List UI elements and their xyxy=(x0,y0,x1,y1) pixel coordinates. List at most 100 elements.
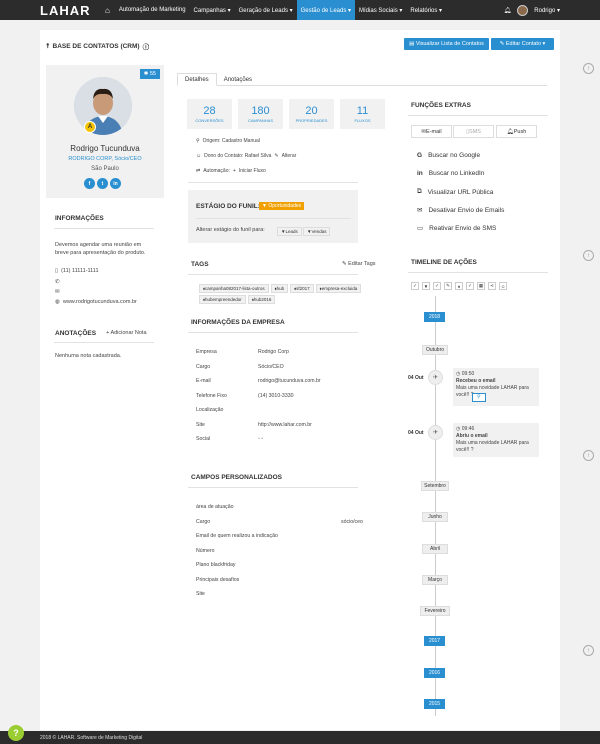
tag-chip[interactable]: ⬧hub xyxy=(270,284,289,293)
scroll-up-icon[interactable]: ↑ xyxy=(583,450,594,461)
bell-icon[interactable]: 🔔︎ xyxy=(504,7,512,14)
funnel-icon[interactable]: ▼ xyxy=(422,282,430,290)
event-title: Recebeu o email xyxy=(456,378,496,384)
year-marker[interactable]: 2015 xyxy=(424,699,445,709)
check-icon[interactable]: ✓ xyxy=(466,282,474,290)
nav-relatorios[interactable]: Relatórios ▾ xyxy=(406,0,446,20)
tag-list: ⬧campanha082017-lista-outros ⬧hub ⬧sf2017 ⬧… xyxy=(198,283,368,305)
edit-tags-button[interactable]: ✎ Editar Tags xyxy=(342,260,376,268)
add-note-button[interactable]: + Adicionar Nota xyxy=(106,329,147,337)
top-navbar: LAHAR ⌂ Automação de Marketing Campanhas… xyxy=(0,0,600,20)
notes-empty: Nenhuma nota cadastrada. xyxy=(55,353,122,359)
tag-chip[interactable]: ⬧sf2017 xyxy=(290,284,314,293)
tag-label: sf2017 xyxy=(296,286,310,291)
nav-automacao[interactable]: Automação de Marketing xyxy=(115,0,190,20)
user-area: 🔔︎ Rodrigo ▾ xyxy=(504,0,560,20)
edit-icon[interactable]: ✎ xyxy=(444,282,452,290)
add-note-label: Adicionar Nota xyxy=(110,330,147,336)
funnel-option-vendas[interactable]: ▼Vendas xyxy=(303,227,331,236)
pencil-icon: ✎ xyxy=(274,153,279,159)
tag-chip[interactable]: ⬧empresa-excluida xyxy=(315,284,362,293)
nav-midias-sociais[interactable]: Mídias Sociais ▾ xyxy=(355,0,406,20)
share-icon[interactable]: ⋖ xyxy=(488,282,496,290)
view-contacts-list-button[interactable]: ▤ Visualizar Lista de Contatos xyxy=(404,38,489,50)
tab-anotacoes[interactable]: Anotações xyxy=(217,73,259,86)
start-flow-link[interactable]: Iniciar Fluxo xyxy=(239,168,266,174)
scroll-up-icon[interactable]: ↑ xyxy=(583,63,594,74)
check-icon[interactable]: ✓ xyxy=(433,282,441,290)
twitter-icon[interactable]: t xyxy=(97,178,108,189)
disable-emails-item[interactable]: ✉ Desativar Envio de Emails xyxy=(417,206,504,215)
check-icon[interactable]: ✓ xyxy=(411,282,419,290)
year-marker[interactable]: 2018 xyxy=(424,312,445,322)
home-icon[interactable]: ⌂ xyxy=(100,0,115,20)
linkedin-search-item[interactable]: in Buscar no LinkedIn xyxy=(417,170,484,177)
facebook-icon[interactable]: f xyxy=(84,178,95,189)
public-url-item[interactable]: ⧉ Visualizar URL Pública xyxy=(417,188,493,196)
divider xyxy=(188,487,358,488)
scroll-up-icon[interactable]: ↑ xyxy=(583,645,594,656)
grid-icon[interactable]: ▦ xyxy=(477,282,485,290)
divider xyxy=(408,272,548,273)
app-logo[interactable]: LAHAR xyxy=(40,3,100,18)
search-icon[interactable]: ⚲ xyxy=(472,393,486,402)
custom-row: Email de quem realizou a indicação xyxy=(196,533,376,539)
change-owner-link[interactable]: Alterar xyxy=(282,153,297,159)
funnel-option-leads[interactable]: ▼Leads xyxy=(277,227,302,236)
help-icon[interactable]: ? xyxy=(8,725,24,741)
reactivate-sms-item[interactable]: ▭ Reativar Envio de SMS xyxy=(417,224,496,233)
nav-geracao-leads[interactable]: Geração de Leads ▾ xyxy=(235,0,297,20)
user-icon[interactable]: ☺ xyxy=(499,282,507,290)
channel-sms-button[interactable]: ▯ SMS xyxy=(453,125,494,138)
field-value[interactable]: http://www.lahar.com.br xyxy=(258,422,312,428)
timeline-event-received: ◷ 09:50 Recebeu o email Mais uma novidad… xyxy=(453,368,539,406)
divider xyxy=(188,274,358,275)
funnel-change-label: Alterar estágio do funil para: xyxy=(196,227,265,233)
user-avatar[interactable] xyxy=(517,4,529,16)
tag-label: hub xyxy=(276,286,285,291)
stat-campanhas[interactable]: 180 CAMPANHAS xyxy=(238,99,283,129)
month-marker[interactable]: Setembro xyxy=(421,481,449,491)
channel-email-button[interactable]: ✉ E-mail xyxy=(411,125,452,138)
plus-icon: + xyxy=(232,168,236,174)
automation-row: ⇄ Automação: + Iniciar Fluxo xyxy=(196,168,266,174)
tag-chip[interactable]: ⬧hubempreendedor xyxy=(199,295,246,304)
stat-conversoes[interactable]: 28 CONVERSÕES xyxy=(187,99,232,129)
tag-chip[interactable]: ⬧hub2016 xyxy=(247,295,276,304)
event-date: 04 Out xyxy=(408,375,424,381)
stat-propriedades[interactable]: 20 PROPRIEDADES xyxy=(289,99,334,129)
month-marker[interactable]: Junho xyxy=(422,512,448,522)
tag-chip[interactable]: ⬧campanha082017-lista-outros xyxy=(199,284,269,293)
linkedin-icon[interactable]: in xyxy=(110,178,121,189)
channel-push-button[interactable]: 🔔︎ Push xyxy=(496,125,537,138)
facebook-icon[interactable]: ◦ xyxy=(258,436,260,442)
stat-fluxos[interactable]: 11 FLUXOS xyxy=(340,99,385,129)
month-marker[interactable]: Abril xyxy=(422,544,448,554)
tag-icon[interactable]: ⬧ xyxy=(455,282,463,290)
google-search-item[interactable]: G Buscar no Google xyxy=(417,152,480,159)
profile-card: ✱ 55 A Rodrigo Tucunduva RODRIGO CORP, S… xyxy=(46,65,164,198)
year-marker[interactable]: 2017 xyxy=(424,636,445,646)
info-icon[interactable]: ⓘ xyxy=(143,41,150,51)
user-menu[interactable]: Rodrigo ▾ xyxy=(534,7,560,14)
nav-gestao-leads[interactable]: Gestão de Leads ▾ xyxy=(296,0,356,20)
lead-grade-badge: A xyxy=(84,121,96,133)
nav-campanhas[interactable]: Campanhas ▾ xyxy=(190,0,235,20)
month-marker[interactable]: Fevereiro xyxy=(420,606,450,616)
field-label: Email de quem realizou a indicação xyxy=(196,533,278,539)
edit-contact-button[interactable]: ✎ Editar Contato ▾ xyxy=(491,38,554,50)
contact-company-role[interactable]: RODRIGO CORP, Sócio/CEO xyxy=(46,156,164,162)
field-label: Plano blackfriday xyxy=(196,562,236,568)
year-marker[interactable]: 2016 xyxy=(424,668,445,678)
month-marker[interactable]: Março xyxy=(422,575,448,585)
field-label: Cargo xyxy=(196,364,211,370)
main-nav: ⌂ Automação de Marketing Campanhas ▾ Ger… xyxy=(100,0,446,20)
scroll-up-icon[interactable]: ↑ xyxy=(583,250,594,261)
website-link[interactable]: www.rodrigotucunduva.com.br xyxy=(63,299,137,305)
stat-value: 180 xyxy=(251,105,270,117)
tab-detalhes[interactable]: Detalhes xyxy=(177,73,217,86)
field-value[interactable]: rodrigo@tucunduva.com.br xyxy=(258,378,321,384)
month-marker[interactable]: Outubro xyxy=(422,345,448,355)
phone-icon: ✆ xyxy=(55,279,60,285)
twitter-icon[interactable]: ◦ xyxy=(261,436,263,442)
